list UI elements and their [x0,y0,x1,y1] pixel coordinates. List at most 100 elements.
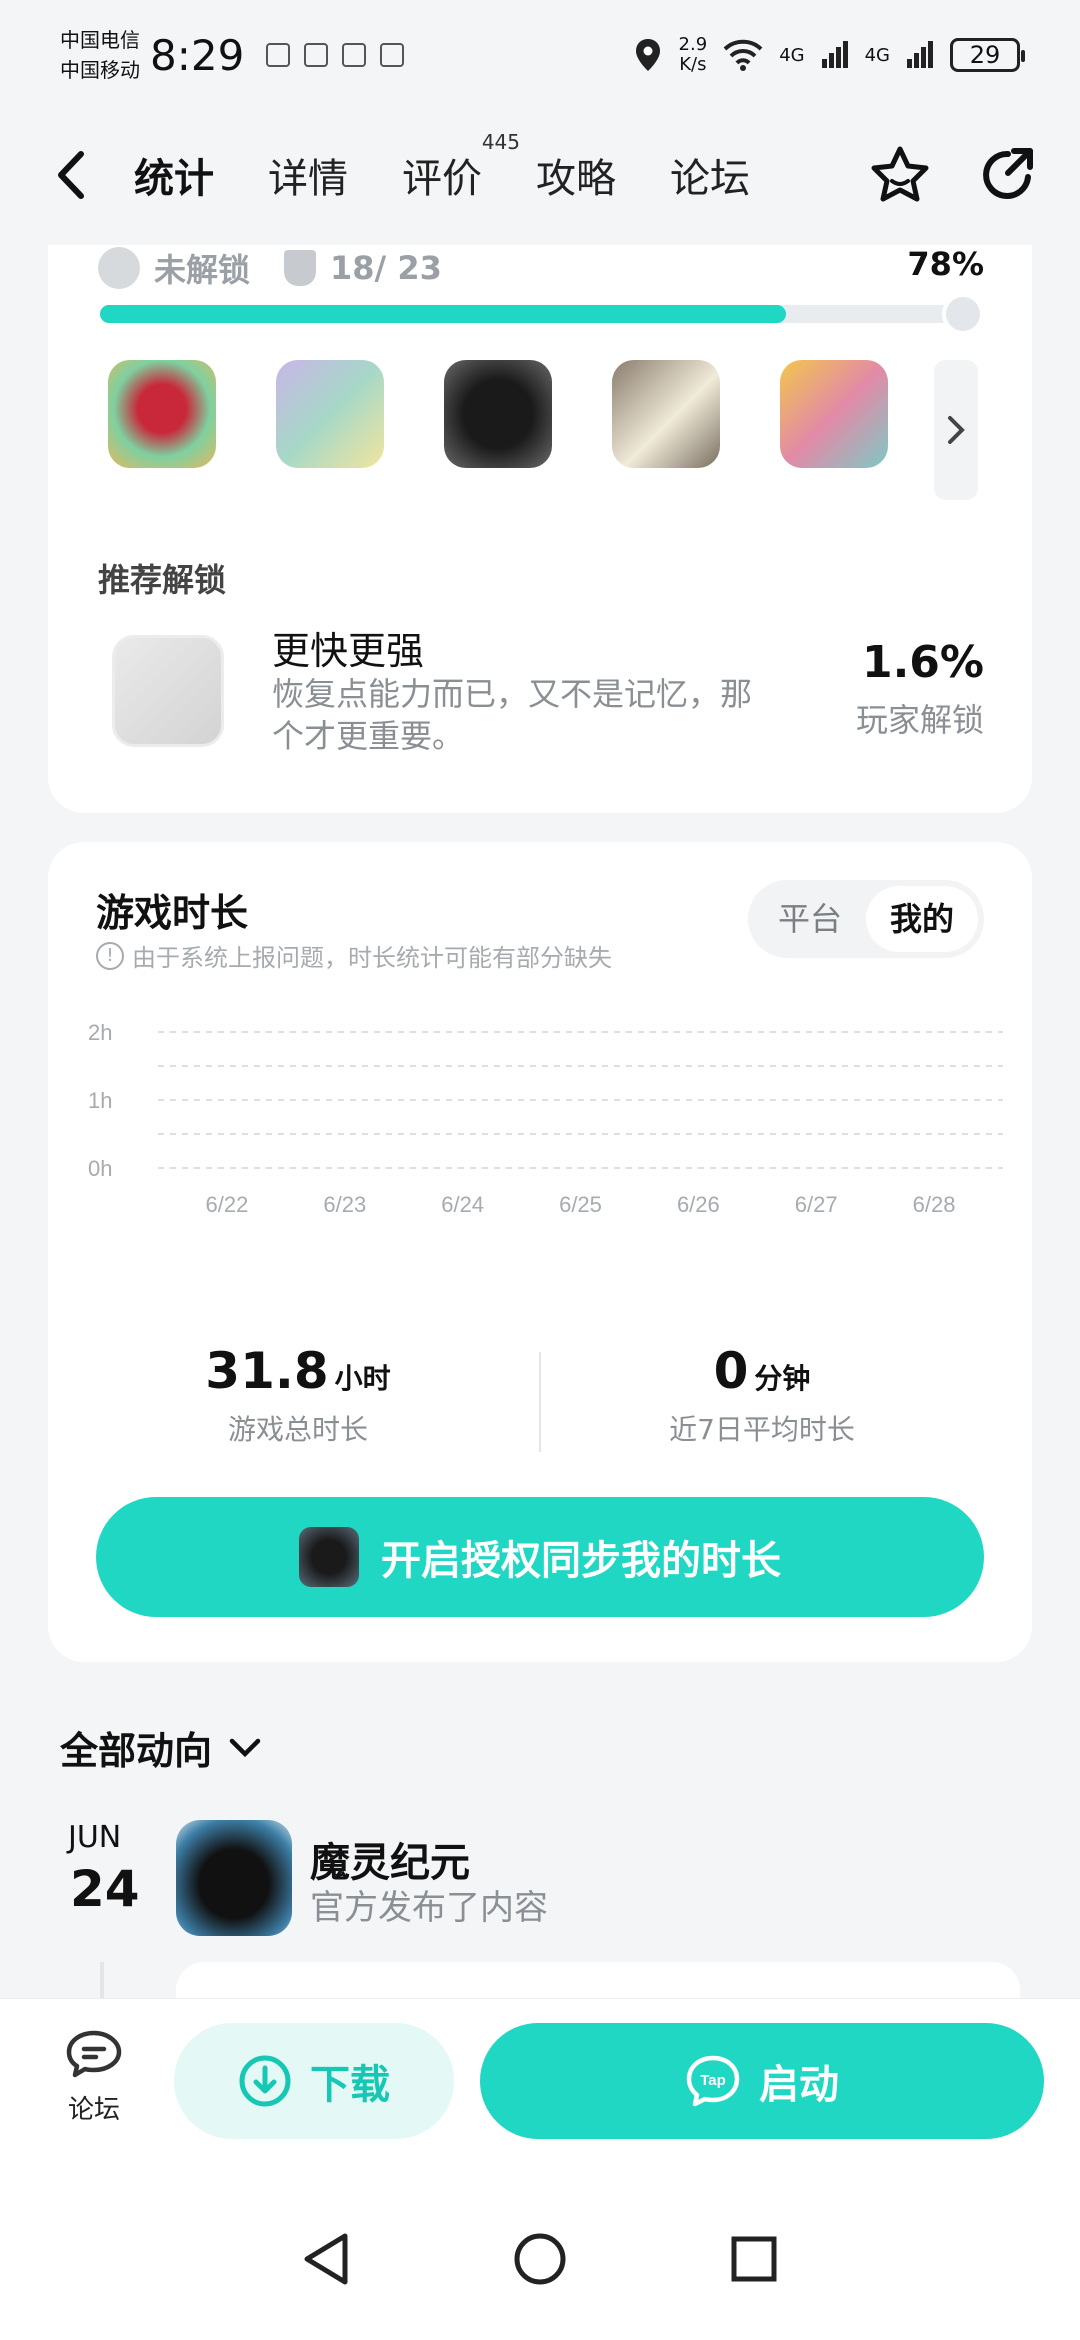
segment-platform[interactable]: 平台 [754,886,866,952]
review-count-badge: 445 [481,130,520,154]
system-recents-button[interactable] [722,2227,786,2291]
status-bar: 中国电信 中国移动 8:29 2.9 K/s 4G 4G 29 [0,0,1080,110]
globe-icon [98,247,140,289]
tab-forum[interactable]: 论坛 [666,138,754,212]
info-icon: ! [96,941,124,970]
achievement-progress-bar [100,293,984,335]
x-tick-label: 6/23 [323,1192,366,1217]
tab-reviews[interactable]: 评价 445 [398,130,520,212]
total-playtime-stat: 31.8 小时 游戏总时长 [88,1342,508,1448]
achievement-badge-monster[interactable] [444,360,552,468]
signal-bars-icon [821,41,848,68]
launch-button[interactable]: Tap 启动 [480,2023,1044,2139]
star-icon [871,146,929,202]
achievement-badge-flag[interactable] [108,360,216,468]
x-tick-label: 6/24 [441,1192,484,1217]
feed-item[interactable]: JUN 24 魔灵纪元 官方发布了内容 [60,1820,1020,1950]
segment-mine[interactable]: 我的 [866,886,978,952]
tap-logo-text: Tap [700,2072,726,2089]
y-tick-label: 0h [88,1156,112,1181]
tap-logo-icon: Tap [686,2055,740,2107]
tab-stats[interactable]: 统计 [124,138,224,212]
download-button[interactable]: 下载 [174,2023,454,2139]
signal-1-label: 4G [779,44,805,66]
net-speed-value: 2.9 [678,34,708,55]
app-page: 中国电信 中国移动 8:29 2.9 K/s 4G 4G 29 统计 详情 评价… [0,0,1080,2340]
tab-label: 攻略 [536,156,616,202]
system-back-button[interactable] [294,2227,358,2291]
achievement-count: 18/ 23 [330,249,442,287]
tab-label: 统计 [134,156,214,202]
timeline-line [100,1962,104,2002]
progress-fill [100,305,787,323]
square-recents-icon [731,2236,777,2282]
tab-label: 详情 [268,156,348,202]
y-tick-label: 1h [88,1088,112,1113]
achievement-percent: 78% [907,245,984,283]
recommend-achievement-desc: 恢复点能力而已，又不是记忆，那个才更重要。 [272,675,753,755]
system-home-button[interactable] [508,2227,572,2291]
total-playtime-value: 31.8 [205,1342,329,1400]
playtime-chart: 2h 1h 0h 6/22 6/23 6/24 6/25 6/26 6/27 6/28 [88,1020,1003,1217]
tab-label: 评价 [402,156,482,202]
net-speed: 2.9 K/s [679,35,708,75]
achievement-badges [108,360,888,468]
favorite-button[interactable] [868,143,932,207]
system-navigation [0,2178,1080,2340]
achievement-badge-butterfly[interactable] [276,360,384,468]
notification-icons [266,43,405,67]
recommend-title: 推荐解锁 [98,561,227,599]
tab-label: 论坛 [670,156,750,202]
share-button[interactable] [976,143,1040,207]
total-playtime-label: 游戏总时长 [227,1413,368,1446]
feed-filter[interactable]: 全部动向 [60,1720,262,1775]
feed-title: 全部动向 [60,1729,213,1773]
avg-playtime-stat: 0 分钟 近7日平均时长 [552,1342,972,1448]
achievement-badge-shirt[interactable] [612,360,720,468]
progress-end-icon [942,293,984,335]
stat-divider [539,1352,541,1452]
recommend-unlock-label: 玩家解锁 [855,701,984,739]
battery-indicator: 29 [950,38,1025,72]
notification-icon [304,43,329,67]
circle-home-icon [514,2233,566,2285]
chevron-right-icon [948,416,965,444]
tab-details[interactable]: 详情 [264,138,352,212]
playtime-title: 游戏时长 [96,891,249,935]
avg-playtime-label: 近7日平均时长 [669,1413,855,1446]
more-achievements-button[interactable] [934,360,978,500]
sync-playtime-button[interactable]: 开启授权同步我的时长 [96,1497,984,1617]
feed-item-text: 官方发布了内容 [310,1888,548,1928]
triangle-back-icon [304,2233,348,2285]
game-avatar-icon [299,1527,359,1587]
achievement-lock-row: 未解锁 18/ 23 [98,245,442,291]
recommend-unlock-percent: 1.6% [861,637,984,688]
back-button[interactable] [40,145,100,205]
achievement-badge-tower[interactable] [780,360,888,468]
carrier-1: 中国电信 [60,28,140,52]
x-tick-label: 6/26 [677,1192,720,1217]
wifi-icon [723,39,763,71]
tab-bar: 统计 详情 评价 445 攻略 论坛 [124,130,754,212]
playtime-card: 游戏时长 ! 由于系统上报问题，时长统计可能有部分缺失 平台 我的 2h 1h 0h… [48,842,1032,1662]
signal-2-label: 4G [864,44,890,66]
download-icon [239,2055,291,2107]
bottom-action-bar: 论坛 下载 Tap 启动 [0,1998,1080,2178]
top-navigation: 统计 详情 评价 445 攻略 论坛 [0,120,1080,230]
signal-bars-icon [907,41,933,68]
trophy-icon [284,250,317,286]
game-icon[interactable] [176,1820,292,1936]
tab-guides[interactable]: 攻略 [532,138,620,212]
forum-label: 论坛 [67,2095,120,2125]
source-toggle: 平台 我的 [748,880,984,958]
share-icon [983,148,1033,199]
x-tick-label: 6/22 [206,1192,249,1217]
notification-icon [380,43,405,67]
feed-month: JUN [68,1820,122,1855]
notification-icon [342,43,367,67]
status-right: 2.9 K/s 4G 4G 29 [633,35,1025,75]
avg-playtime-value: 0 [713,1342,749,1400]
thumbs-up-achievement-icon[interactable] [112,635,224,747]
forum-button[interactable]: 论坛 [52,2029,136,2126]
net-speed-unit: K/s [679,54,707,75]
